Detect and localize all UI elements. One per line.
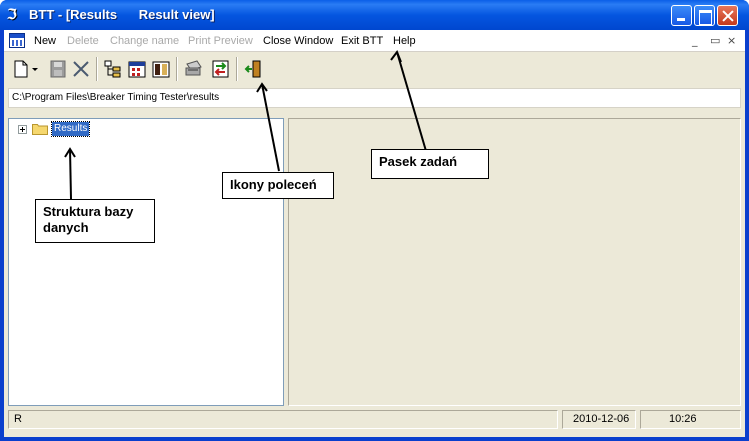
db-structure-callout: Struktura bazy danych [35, 199, 155, 243]
new-document-icon[interactable] [10, 58, 32, 80]
dropdown-arrow-icon[interactable] [30, 58, 40, 80]
mdi-minimize-button[interactable]: _ [692, 34, 698, 47]
toolbar-separator [176, 57, 178, 81]
database-tree[interactable]: Results [8, 118, 284, 406]
menu-print-preview[interactable]: Print Preview [188, 35, 253, 47]
commands-callout: Ikony poleceń [222, 172, 334, 199]
title-bar[interactable]: ℑ BTT - [Results Result view] [0, 0, 749, 30]
delete-icon[interactable] [70, 58, 92, 80]
tree-node-results[interactable]: Results [50, 121, 91, 137]
toolbar [4, 53, 745, 87]
menu-close-window[interactable]: Close Window [263, 35, 333, 47]
columns-icon[interactable] [150, 58, 172, 80]
menu-bar: New Delete Change name Print Preview Clo… [4, 30, 745, 52]
mdi-restore-button[interactable]: ▭ [710, 34, 720, 47]
status-message: R [8, 410, 558, 429]
print-icon[interactable] [182, 58, 204, 80]
maximize-button[interactable] [694, 5, 715, 26]
menu-new[interactable]: New [34, 35, 56, 47]
save-icon[interactable] [47, 58, 69, 80]
status-time: 10:26 [640, 410, 741, 429]
taskbar-callout: Pasek zadań [371, 149, 489, 179]
db-structure-line1: Struktura bazy [43, 204, 134, 219]
mdi-close-button[interactable]: × [727, 34, 736, 47]
menu-exit-btt[interactable]: Exit BTT [341, 35, 383, 47]
minimize-button[interactable] [671, 5, 692, 26]
calendar-icon[interactable] [126, 58, 148, 80]
db-structure-line2: danych [43, 220, 89, 235]
menu-change-name[interactable]: Change name [110, 35, 179, 47]
folder-icon [32, 124, 48, 135]
export-icon[interactable] [210, 58, 232, 80]
toolbar-separator [236, 57, 238, 81]
window-title: BTT - [Results Result view] [29, 7, 215, 22]
tree-view-icon[interactable] [102, 58, 124, 80]
document-menu-icon[interactable] [9, 33, 25, 48]
path-field[interactable]: C:\Program Files\Breaker Timing Tester\r… [8, 88, 741, 108]
close-button[interactable] [717, 5, 738, 26]
menu-delete[interactable]: Delete [67, 35, 99, 47]
menu-help[interactable]: Help [393, 35, 416, 47]
toolbar-separator [96, 57, 98, 81]
app-icon[interactable]: ℑ [7, 7, 23, 23]
status-bar: R 2010-12-06 10:26 [4, 408, 745, 431]
result-view-pane [288, 118, 741, 406]
status-date: 2010-12-06 [562, 410, 636, 429]
expand-icon[interactable] [18, 125, 27, 134]
exit-door-icon[interactable] [242, 58, 264, 80]
